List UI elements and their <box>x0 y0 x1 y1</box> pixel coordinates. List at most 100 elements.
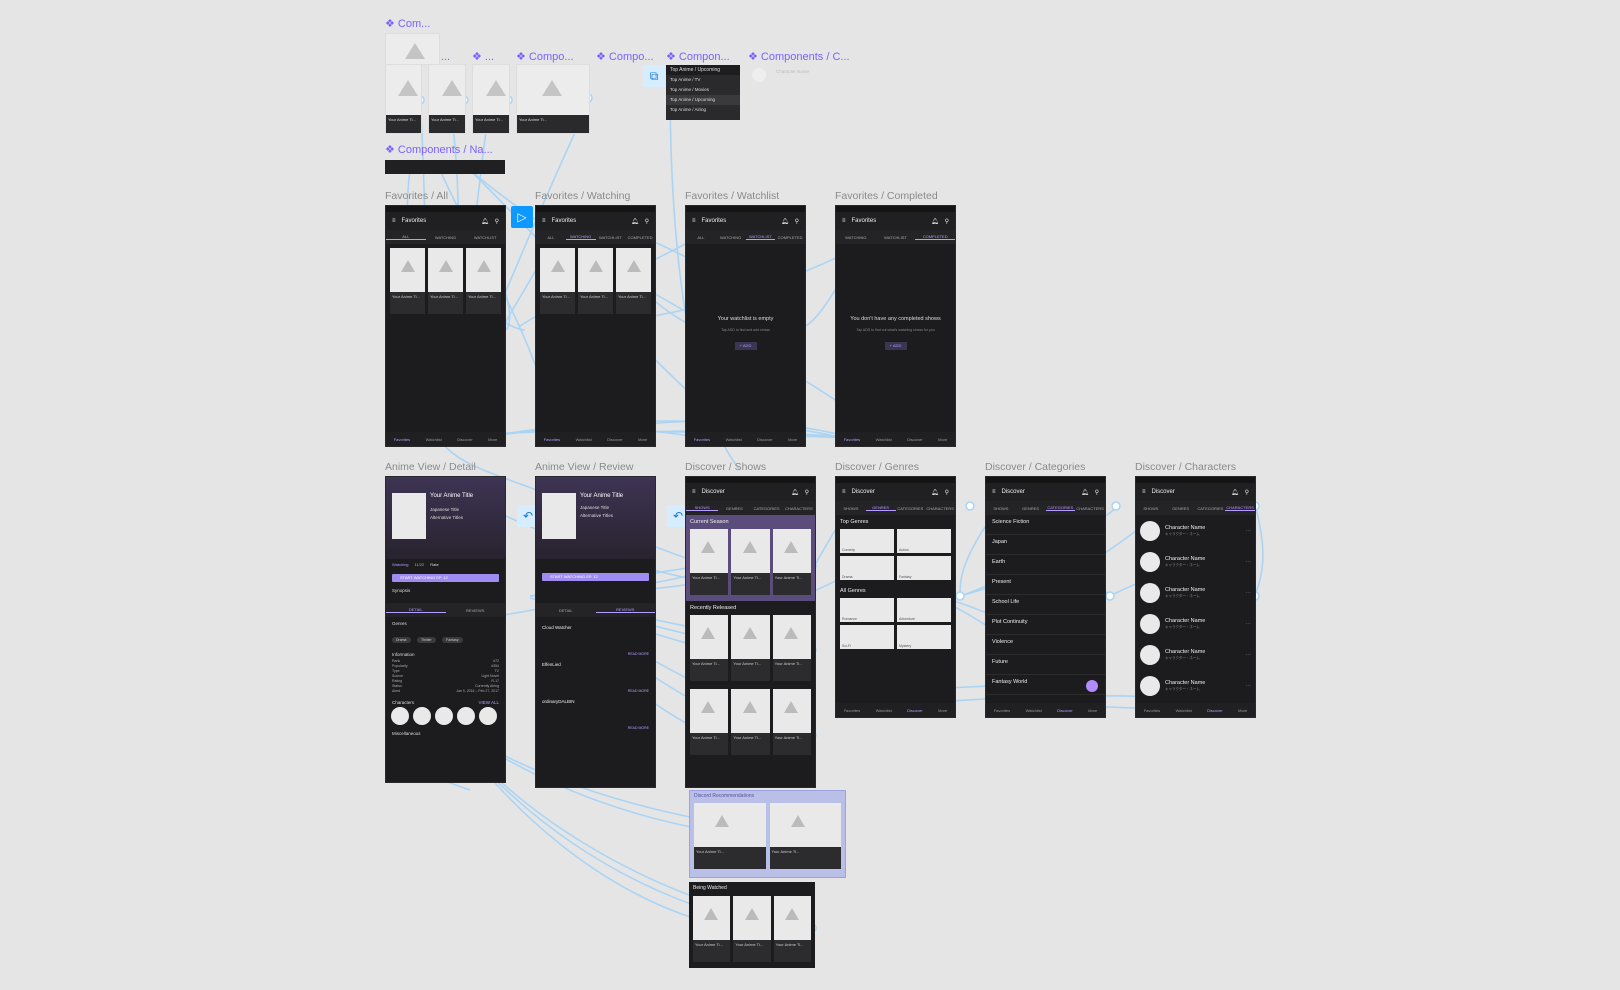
start-watching-button[interactable]: START WATCHING EP. 12 <box>392 574 499 582</box>
nav-discover[interactable]: Discover <box>907 437 923 442</box>
tab-completed[interactable]: Completed <box>625 235 655 240</box>
frame-title-favorites-completed[interactable]: Favorites / Completed <box>835 190 938 202</box>
frame-title-favorites-watchlist[interactable]: Favorites / Watchlist <box>685 190 779 202</box>
tab-watchlist[interactable]: Watchlist <box>596 235 626 240</box>
nav-more[interactable]: More <box>938 437 947 442</box>
tab-categories[interactable]: Categories <box>1196 506 1226 511</box>
nav-more[interactable]: More <box>1238 708 1247 713</box>
tab-completed[interactable]: Completed <box>775 235 805 240</box>
tab-genres[interactable]: Genres <box>1166 506 1196 511</box>
avatar[interactable] <box>413 707 431 725</box>
tab-genres[interactable]: Genres <box>865 505 896 511</box>
frame-favorites-watchlist[interactable]: ≡ Favorites 🔔︎ ⚲ All Watching Watchlist Com… <box>685 205 806 447</box>
anime-card[interactable]: Your Anime Ti... <box>693 896 731 962</box>
frame-title-discover-genres[interactable]: Discover / Genres <box>835 461 919 473</box>
search-icon[interactable]: ⚲ <box>645 218 649 225</box>
component-label[interactable]: ❖ Compon... <box>666 50 730 63</box>
anime-card[interactable]: Your Anime Ti... <box>690 615 729 681</box>
genre-chip[interactable]: Drama <box>392 637 411 643</box>
menu-icon[interactable]: ≡ <box>692 489 696 495</box>
avatar[interactable] <box>391 707 409 725</box>
add-button[interactable]: + ADD <box>734 342 757 350</box>
nav-more[interactable]: More <box>938 708 947 713</box>
nav-more[interactable]: More <box>788 437 797 442</box>
category-row[interactable]: Science Fiction <box>986 515 1105 535</box>
anime-card-wide-component[interactable]: Your Anime Ti... <box>516 64 590 134</box>
nav-discover[interactable]: Discover <box>757 437 773 442</box>
frame-title-anime-detail[interactable]: Anime View / Detail <box>385 461 476 473</box>
nav-more[interactable]: More <box>488 437 497 442</box>
nav-watchlist[interactable]: Watchlist <box>426 437 442 442</box>
frame-title-discover-characters[interactable]: Discover / Characters <box>1135 461 1236 473</box>
category-row[interactable]: Future <box>986 655 1105 675</box>
tab-detail[interactable]: Detail <box>536 608 596 613</box>
tab-categories[interactable]: Categories <box>751 506 783 511</box>
more-icon[interactable]: ⋯ <box>1246 621 1252 627</box>
episode-progress[interactable]: 11/22 <box>415 562 425 567</box>
menu-icon[interactable]: ≡ <box>392 218 396 224</box>
nav-watchlist[interactable]: Watchlist <box>876 708 892 713</box>
tab-watchlist[interactable]: Watchlist <box>876 235 916 240</box>
tab-all[interactable]: All <box>536 235 566 240</box>
frame-favorites-completed[interactable]: ≡ Favorites 🔔︎ ⚲ Watching Watchlist Complet… <box>835 205 956 447</box>
nav-more[interactable]: More <box>1088 708 1097 713</box>
tab-characters[interactable]: Characters <box>1225 505 1255 511</box>
device-frame-icon[interactable]: ⧉ <box>643 65 665 87</box>
bell-icon[interactable]: 🔔︎ <box>931 218 939 225</box>
frame-title-favorites-all[interactable]: Favorites / All <box>385 190 448 202</box>
genre-tile[interactable]: Romance <box>840 598 894 622</box>
add-button[interactable]: + ADD <box>884 342 907 350</box>
tab-characters[interactable]: Characters <box>783 506 815 511</box>
more-icon[interactable]: ⋯ <box>1246 590 1252 596</box>
nav-watchlist[interactable]: Watchlist <box>1026 708 1042 713</box>
tab-genres[interactable]: Genres <box>1016 506 1046 511</box>
tab-watching[interactable]: Watching <box>836 235 876 240</box>
bell-icon[interactable]: 🔔︎ <box>791 489 799 496</box>
tab-shows[interactable]: Shows <box>986 506 1016 511</box>
frame-discover-genres[interactable]: ≡ Discover 🔔︎ ⚲ Shows Genres Categories Cha… <box>835 476 956 718</box>
anime-card[interactable]: Your Anime Ti... <box>578 248 613 314</box>
more-icon[interactable]: ⋯ <box>1246 559 1252 565</box>
more-icon[interactable]: ⋯ <box>1246 528 1252 534</box>
search-icon[interactable]: ⚲ <box>1095 489 1099 496</box>
frame-anime-detail[interactable]: Your Anime Title Japanese Title Alternat… <box>385 476 506 783</box>
anime-card-component[interactable]: Your Anime Ti... <box>428 64 466 134</box>
category-row[interactable]: Violence <box>986 635 1105 655</box>
bell-icon[interactable]: 🔔︎ <box>931 489 939 496</box>
tab-watchlist[interactable]: Watchlist <box>745 234 776 240</box>
nav-discover[interactable]: Discover <box>1057 708 1073 713</box>
anime-card[interactable]: Your Anime Ti... <box>772 615 811 681</box>
search-icon[interactable]: ⚲ <box>795 218 799 225</box>
being-watched-section[interactable]: Being Watched Your Anime Ti... Your Anim… <box>689 882 815 968</box>
frame-title-discover-categories[interactable]: Discover / Categories <box>985 461 1085 473</box>
tab-characters[interactable]: Characters <box>1075 506 1105 511</box>
anime-card[interactable]: Your Anime Ti... <box>690 529 729 595</box>
dropdown-item[interactable]: Top Anime / TV <box>666 75 740 85</box>
tab-shows[interactable]: Shows <box>1136 506 1166 511</box>
anime-card[interactable]: Your Anime Ti... <box>731 615 770 681</box>
menu-icon[interactable]: ≡ <box>542 218 546 224</box>
anime-card[interactable]: Your Anime Ti... <box>731 529 770 595</box>
avatar[interactable] <box>457 707 475 725</box>
frame-discover-characters[interactable]: ≡ Discover 🔔︎ ⚲ Shows Genres Categories Cha… <box>1135 476 1256 718</box>
nav-favorites[interactable]: Favorites <box>844 708 860 713</box>
nav-discover[interactable]: Discover <box>907 708 923 713</box>
character-row[interactable]: Character Name キャラクター・ネーム ⋯ <box>1136 515 1255 546</box>
bell-icon[interactable]: 🔔︎ <box>1081 489 1089 496</box>
nav-discover[interactable]: Discover <box>1207 708 1223 713</box>
menu-icon[interactable]: ≡ <box>1142 489 1146 495</box>
genre-chip[interactable]: Thriller <box>416 637 436 643</box>
avatar[interactable] <box>479 707 497 725</box>
component-label[interactable]: ❖ Compo... <box>596 50 654 63</box>
nav-more[interactable]: More <box>638 437 647 442</box>
anime-card[interactable]: Your Anime Ti... <box>428 248 463 314</box>
frame-title-discover-shows[interactable]: Discover / Shows <box>685 461 766 473</box>
anime-card[interactable]: Your Anime Ti... <box>773 896 811 962</box>
recommendations-section[interactable]: Discord Recommendations Your Anime Ti...… <box>689 790 846 878</box>
tab-all[interactable]: All <box>686 235 716 240</box>
search-icon[interactable]: ⚲ <box>945 489 949 496</box>
nav-watchlist[interactable]: Watchlist <box>726 437 742 442</box>
nav-component-label[interactable]: ❖ Components / Na... <box>385 143 493 156</box>
more-icon[interactable]: ⋯ <box>1246 652 1252 658</box>
anime-card-component[interactable]: Your Anime Ti... <box>385 64 422 134</box>
